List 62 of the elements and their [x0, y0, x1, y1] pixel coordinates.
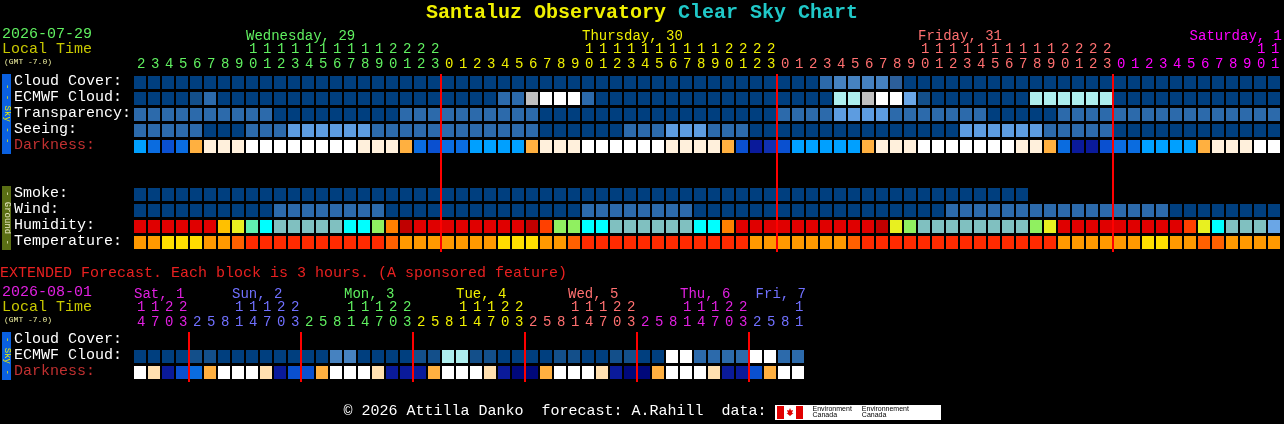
- hour-tens: 1 1 1 1 1 1 1 1 1 1 2 2 2 2: [249, 42, 439, 57]
- day-label: Wed, 5: [568, 286, 619, 302]
- row-label: Wind:: [14, 202, 60, 218]
- observatory-name: Santaluz Observatory: [425, 2, 666, 24]
- midnight-line: [636, 332, 638, 382]
- row-label: Humidity:: [14, 218, 96, 234]
- timezone-label: (GMT -7.0): [3, 315, 52, 324]
- day-label: Mon, 3: [344, 286, 395, 302]
- hour-digits: 2 5 8 1 4 7 0 3: [417, 315, 523, 330]
- date-label: 2026-08-01: [1, 285, 93, 300]
- hour-digits: 2 5 8 1 4 7 0 3: [305, 315, 411, 330]
- row-label: Smoke:: [14, 186, 69, 202]
- hour-digits: 0 1 2 3 4 5 6 7 8 9 0 1 2 3 4 5 6 7 8 9 0 1 2 3: [781, 57, 1111, 72]
- day-label: Sun, 2: [232, 286, 283, 302]
- extended-note: EXTENDED Forecast. Each block is 3 hours. (A sponsored feature): [0, 266, 568, 282]
- chart-title: Clear Sky Chart: [678, 2, 859, 24]
- hour-tens: 1 1 1 2 2: [459, 300, 522, 315]
- day-label: Tue, 4: [456, 286, 507, 302]
- hour-tens: 1 1 1 2 2: [235, 300, 298, 315]
- midnight-line: [188, 332, 190, 382]
- date-label: 2026-07-29: [1, 27, 93, 42]
- hour-digits: 2 5 8 1: [753, 315, 802, 330]
- credit-text: © 2026 Attilla Danko forecast: A.Rahill data:: [343, 404, 767, 420]
- row-label: Darkness:: [14, 364, 96, 380]
- day-label: Friday, 31: [918, 28, 1002, 44]
- row-label: ECMWF Cloud:: [14, 348, 124, 364]
- hour-tens: 1 1: [1257, 42, 1278, 57]
- midnight-line: [524, 332, 526, 382]
- hour-tens: 1 1 1 2 2: [571, 300, 634, 315]
- hour-tens: 1 1 1 1 1 1 1 1 1 1 2 2 2 2: [585, 42, 775, 57]
- row-label: Cloud Cover:: [14, 74, 124, 90]
- hour-digits: 2 5 8 1 4 7 0 3: [529, 315, 635, 330]
- day-label: Sat, 1: [134, 286, 185, 302]
- hour-digits: 4 7 0 3: [137, 315, 186, 330]
- row-label: Cloud Cover:: [14, 332, 124, 348]
- midnight-line: [748, 332, 750, 382]
- time-label: Local Time: [1, 300, 93, 315]
- hour-tens: 1 1 1 1 1 1 1 1 1 1 2 2 2 2: [921, 42, 1111, 57]
- day-label: Wednesday, 29: [246, 28, 356, 44]
- hour-digits: 2 5 8 1 4 7 0 3: [641, 315, 747, 330]
- row-label: Transparency:: [14, 106, 133, 122]
- hour-tens: 1 1 1 2 2: [683, 300, 746, 315]
- hour-digits: 0 1 2 3 4 5 6 7 8 9 0 1 2 3 4 5 6 7 8 9 0 1 2 3: [445, 57, 775, 72]
- midnight-line: [300, 332, 302, 382]
- midnight-line: [412, 332, 414, 382]
- hour-digits: 2 3 4 5 6 7 8 9 0 1 2 3 4 5 6 7 8 9 0 1 2 3: [137, 57, 439, 72]
- hour-tens: 1 1 2 2: [137, 300, 186, 315]
- day-label: Thu, 6: [680, 286, 731, 302]
- row-label: ECMWF Cloud:: [14, 90, 124, 106]
- hour-digits: 0 1 2 3 4 5 6 7 8 9 0 1: [1117, 57, 1279, 72]
- day-label: Fri, 7: [755, 286, 806, 302]
- time-label: Local Time: [1, 42, 93, 57]
- row-label: Darkness:: [14, 138, 96, 154]
- row-label: Seeing:: [14, 122, 78, 138]
- hour-digits: 2 5 8 1 4 7 0 3: [193, 315, 299, 330]
- hour-tens: 1: [795, 300, 802, 315]
- flag-icon: [776, 405, 803, 419]
- day-label: Thursday, 30: [582, 28, 683, 44]
- hour-tens: 1 1 1 2 2: [347, 300, 410, 315]
- row-label: Temperature:: [14, 234, 124, 250]
- day-label: Saturday, 1: [1189, 28, 1282, 44]
- timezone-label: (GMT -7.0): [3, 57, 52, 66]
